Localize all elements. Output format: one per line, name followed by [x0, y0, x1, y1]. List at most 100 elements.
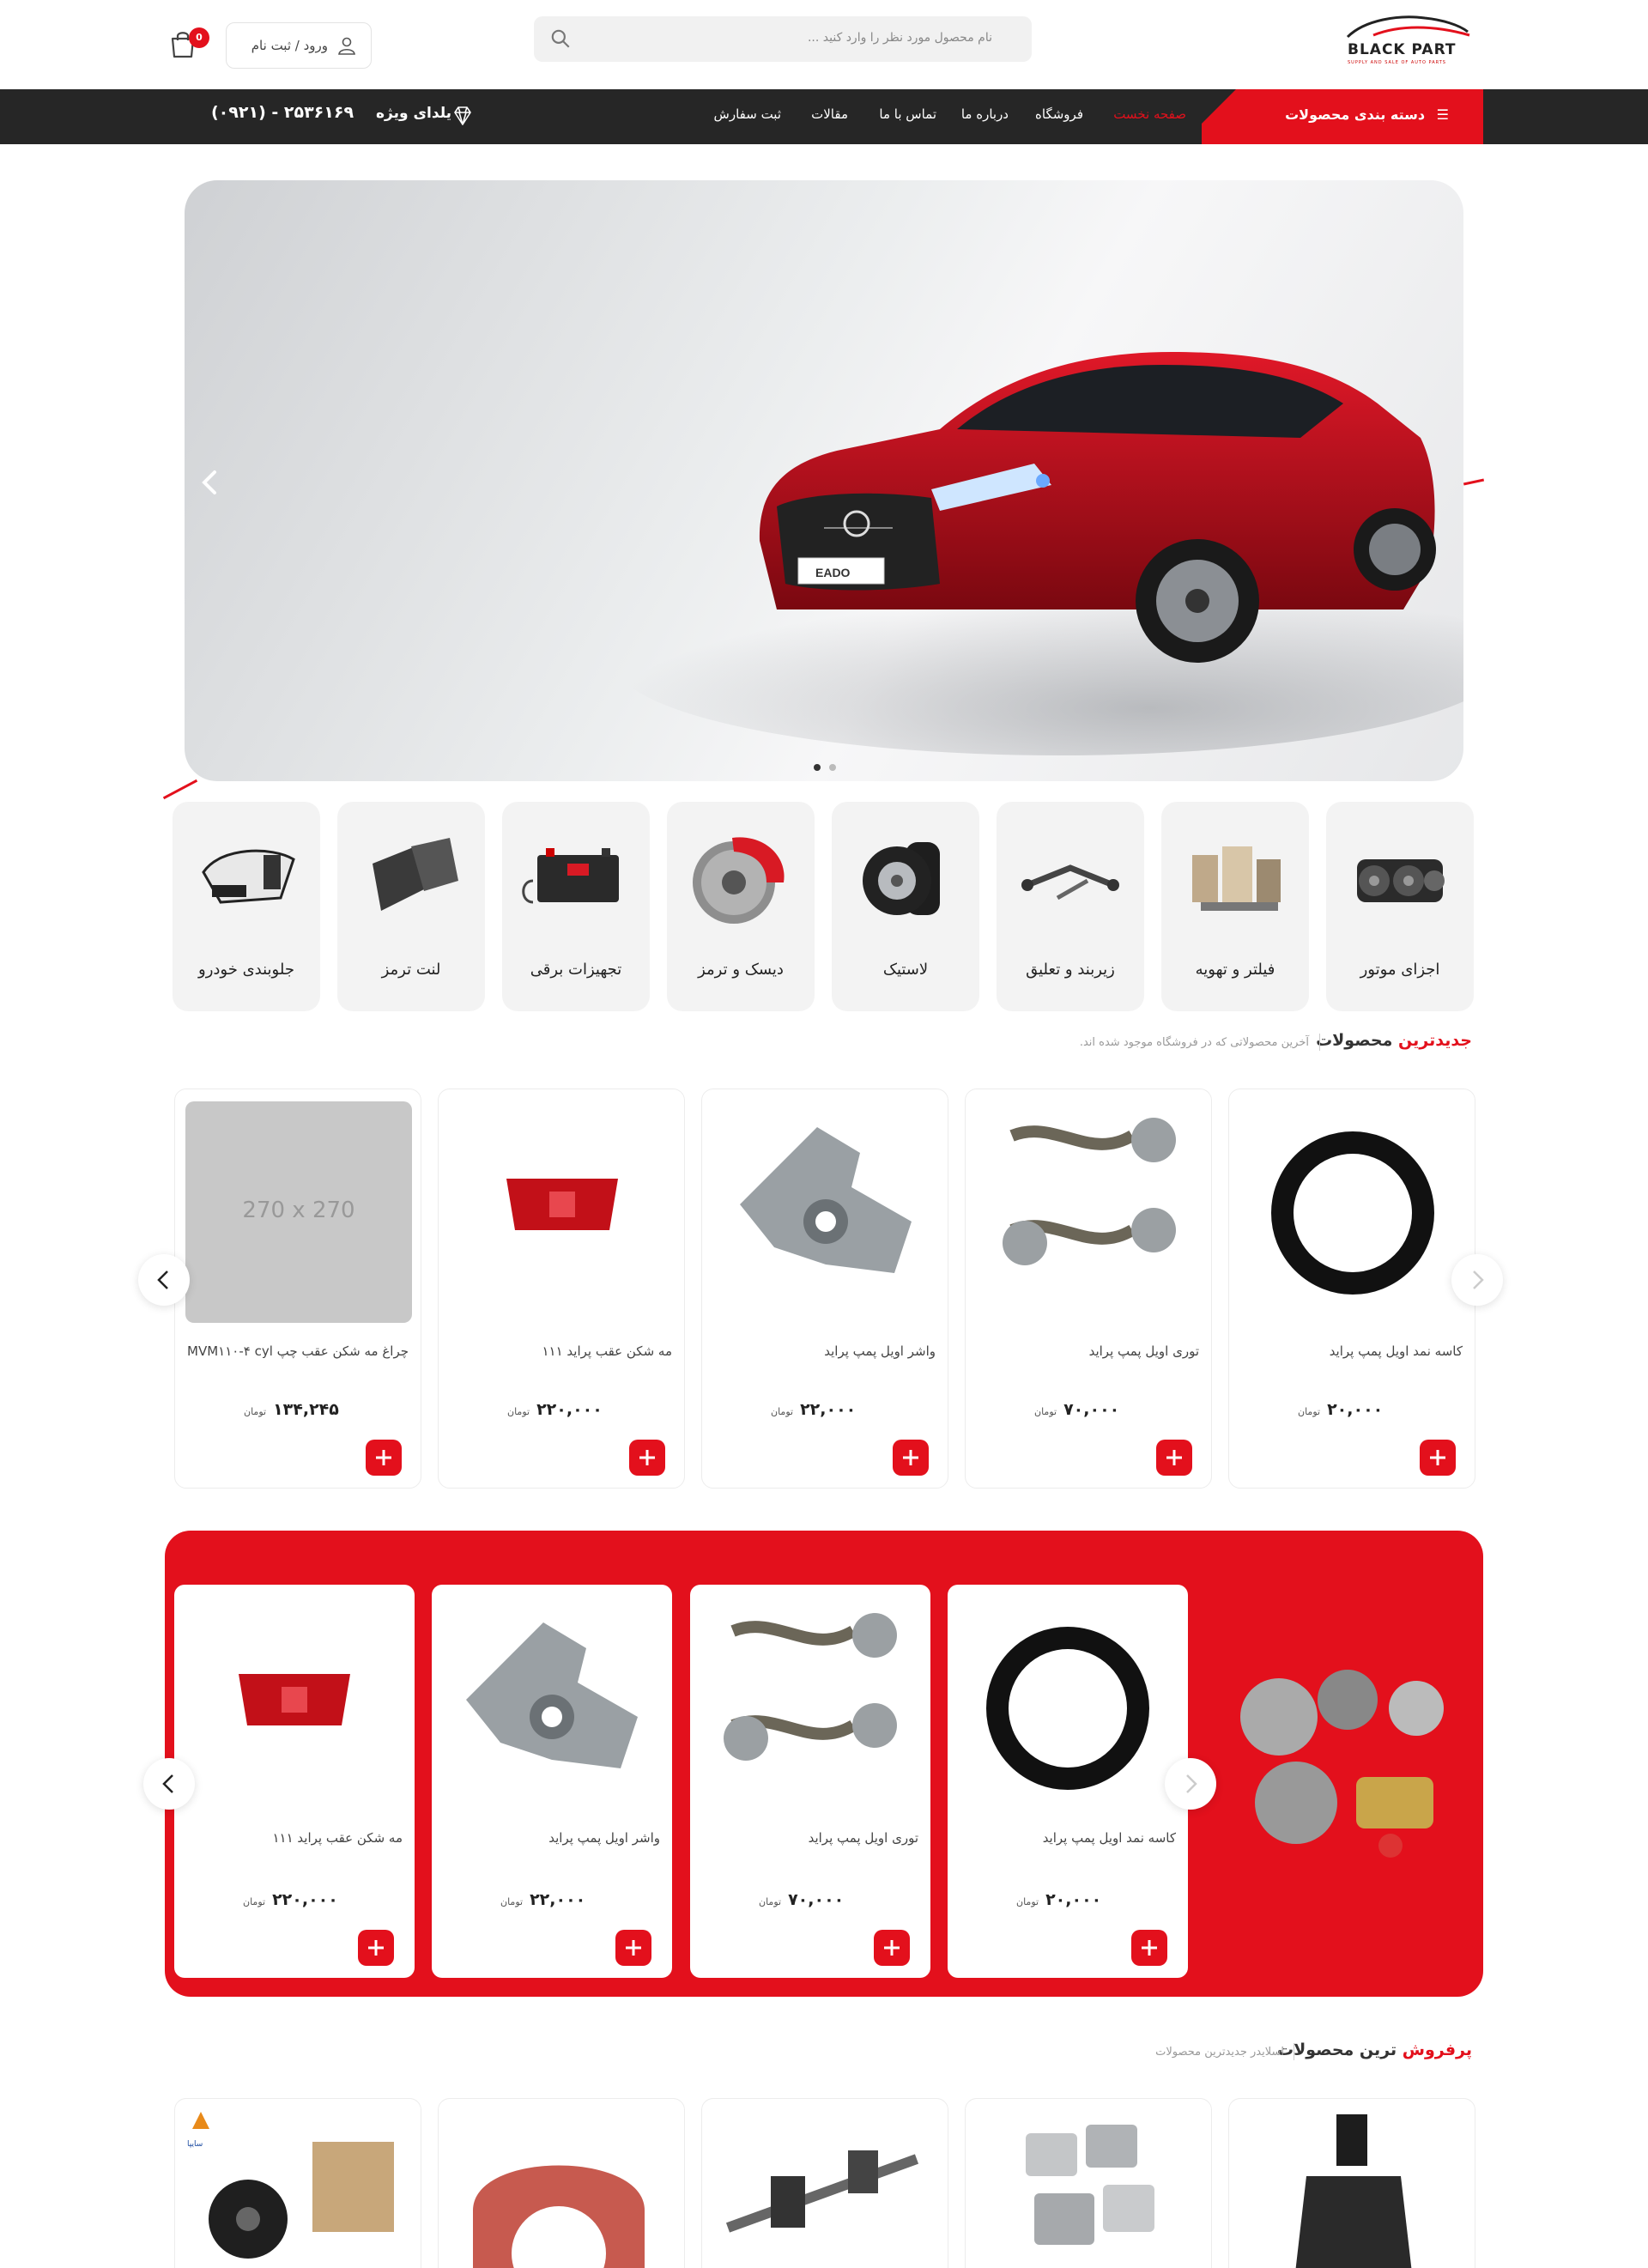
nav-contact[interactable]: تماس با ما	[879, 106, 936, 122]
chevron-right-icon	[1473, 1270, 1484, 1289]
search-icon[interactable]	[549, 27, 572, 50]
category-card-tires[interactable]: لاستیک	[832, 802, 979, 1011]
band-prev-button[interactable]	[143, 1758, 195, 1810]
radiator-fan-image: سایپا	[187, 2112, 394, 2259]
special-product-card[interactable]: توری اویل پمپ پراید ۷۰,۰۰۰تومان	[690, 1585, 930, 1978]
product-name[interactable]: مه شکن عقب پراید ۱۱۱	[542, 1343, 672, 1359]
band-next-button[interactable]	[1165, 1758, 1216, 1810]
product-name[interactable]: مه شکن عقب پراید ۱۱۱	[272, 1830, 403, 1846]
nav-home[interactable]: صفحه نخست	[1113, 106, 1186, 122]
category-card-brake-pads[interactable]: لنت ترمز	[337, 802, 485, 1011]
nav-shop[interactable]: فروشگاه	[1035, 106, 1083, 122]
oil-pump-image	[740, 1127, 912, 1273]
product-card[interactable]: توری اویل پمپ پراید ۷۰,۰۰۰تومان	[965, 1089, 1212, 1489]
engine-parts-icon	[1357, 859, 1445, 902]
product-name[interactable]: واشر اویل پمپ پراید	[548, 1830, 660, 1846]
add-to-cart-button[interactable]	[1156, 1440, 1192, 1476]
nav-place-order[interactable]: ثبت سفارش	[714, 106, 781, 122]
slider-dot[interactable]	[829, 764, 836, 771]
search-input[interactable]: نام محصول مورد نظر را وارد کنید ...	[808, 31, 992, 45]
rear-fog-lamp-image	[506, 1179, 618, 1230]
cart-count-badge: 0	[189, 27, 209, 48]
newest-section-title: جدیدترین محصولات	[1316, 1031, 1472, 1050]
pistons-image	[1026, 2125, 1154, 2245]
product-card[interactable]: واشر اویل پمپ پراید ۲۲,۰۰۰تومان	[701, 1089, 948, 1489]
special-product-card[interactable]: مه شکن عقب پراید ۱۱۱ ۲۲۰,۰۰۰تومان	[174, 1585, 415, 1978]
add-to-cart-button[interactable]	[1420, 1440, 1456, 1476]
product-card[interactable]: کاسه نمد اویل پمپ پراید ۲۰,۰۰۰تومان	[1228, 1089, 1475, 1489]
oil-pump-image	[466, 1622, 638, 1768]
category-menu-label: ☰ دسته بندی محصولات	[1285, 106, 1449, 123]
diamond-icon	[454, 106, 471, 125]
nav-articles[interactable]: مقالات	[811, 106, 848, 122]
category-card-electrical[interactable]: تجهیزات برقی	[502, 802, 650, 1011]
suspension-icon	[1021, 864, 1119, 901]
product-name[interactable]: واشر اویل پمپ پراید	[824, 1343, 936, 1359]
bestseller-card[interactable]	[1228, 2098, 1475, 2268]
slider-dot-active[interactable]	[814, 764, 821, 771]
placeholder-image: 270 x 270	[185, 1101, 412, 1323]
bestseller-card[interactable]	[438, 2098, 685, 2268]
add-to-cart-button[interactable]	[874, 1930, 910, 1966]
bestsellers-section-title: پرفروش ترین محصولات	[1276, 2041, 1472, 2059]
search-box[interactable]: نام محصول مورد نظر را وارد کنید ...	[534, 16, 1032, 62]
red-sedan-image: EADO	[614, 352, 1463, 755]
bestsellers-section-subtitle: اسلایدر جدیدترین محصولات	[1155, 2046, 1284, 2059]
add-to-cart-button[interactable]	[366, 1440, 402, 1476]
chevron-right-icon	[1186, 1774, 1197, 1793]
plate-text: EADO	[815, 566, 851, 579]
saipa-logo-text: سایپا	[187, 2140, 203, 2149]
filters-icon	[1192, 846, 1281, 911]
hero-slider[interactable]: EADO	[185, 180, 1463, 781]
nav-about[interactable]: درباره ما	[961, 106, 1009, 122]
bestseller-card[interactable]: سایپا	[174, 2098, 421, 2268]
product-name[interactable]: کاسه نمد اویل پمپ پراید	[1043, 1830, 1176, 1846]
slider-dots[interactable]	[809, 758, 840, 774]
window-regulator-image	[725, 2150, 919, 2233]
product-name[interactable]: توری اویل پمپ پراید	[1089, 1343, 1199, 1359]
category-label: جلوبندی خودرو	[198, 961, 294, 979]
product-price: ۷۰,۰۰۰تومان	[759, 1890, 845, 1909]
product-price: ۲۰,۰۰۰تومان	[1298, 1400, 1384, 1419]
product-name[interactable]: چراغ مه شکن عقب چپ MVM۱۱۰-۴ cyl	[187, 1343, 409, 1359]
title-separator	[1319, 1034, 1320, 1051]
category-card-brakes[interactable]: دیسک و ترمز	[667, 802, 815, 1011]
product-price: ۲۲,۰۰۰تومان	[500, 1890, 586, 1909]
special-product-card[interactable]: کاسه نمد اویل پمپ پراید ۲۰,۰۰۰تومان	[948, 1585, 1188, 1978]
slider-next-button[interactable]	[1451, 1254, 1503, 1306]
login-button[interactable]: ورود / ثبت نام	[226, 22, 372, 69]
category-card-front-axle[interactable]: جلوبندی خودرو	[173, 802, 320, 1011]
slider-prev-button[interactable]	[138, 1254, 190, 1306]
category-card-engine[interactable]: اجزای موتور	[1326, 802, 1474, 1011]
add-to-cart-button[interactable]	[1131, 1930, 1167, 1966]
product-price: ۲۲,۰۰۰تومان	[771, 1400, 857, 1419]
accent-stroke	[1463, 478, 1485, 486]
bestseller-card[interactable]	[701, 2098, 948, 2268]
special-product-card[interactable]: واشر اویل پمپ پراید ۲۲,۰۰۰تومان	[432, 1585, 672, 1978]
oil-seal-image	[986, 1627, 1149, 1790]
category-card-filters[interactable]: فیلتر و تهویه	[1161, 802, 1309, 1011]
oil-strainer-image	[724, 1613, 897, 1761]
category-label: تجهیزات برقی	[530, 961, 622, 979]
bestseller-card[interactable]	[965, 2098, 1212, 2268]
add-to-cart-button[interactable]	[615, 1930, 651, 1966]
category-label: لاستیک	[882, 961, 929, 979]
add-to-cart-button[interactable]	[893, 1440, 929, 1476]
product-card[interactable]: مه شکن عقب پراید ۱۱۱ ۲۲۰,۰۰۰تومان	[438, 1089, 685, 1489]
brake-disc-icon	[693, 837, 785, 924]
front-axle-icon	[202, 849, 295, 904]
hero-prev-arrow[interactable]	[199, 467, 220, 498]
product-name[interactable]: توری اویل پمپ پراید	[809, 1830, 918, 1846]
category-label: دیسک و ترمز	[698, 961, 784, 979]
special-offer-link[interactable]: یلدای ویژه	[376, 105, 451, 122]
tires-icon	[863, 842, 940, 915]
add-to-cart-button[interactable]	[358, 1930, 394, 1966]
product-card[interactable]: 270 x 270 چراغ مه شکن عقب چپ MVM۱۱۰-۴ cy…	[174, 1089, 421, 1489]
category-menu-button[interactable]: ☰ دسته بندی محصولات	[1202, 89, 1483, 144]
add-to-cart-button[interactable]	[629, 1440, 665, 1476]
product-name[interactable]: کاسه نمد اویل پمپ پراید	[1330, 1343, 1463, 1359]
login-label: ورود / ثبت نام	[251, 38, 328, 53]
product-price: ۲۲۰,۰۰۰تومان	[243, 1890, 338, 1909]
category-card-suspension[interactable]: زیربند و تعلیق	[997, 802, 1144, 1011]
chevron-left-icon	[162, 1774, 173, 1793]
